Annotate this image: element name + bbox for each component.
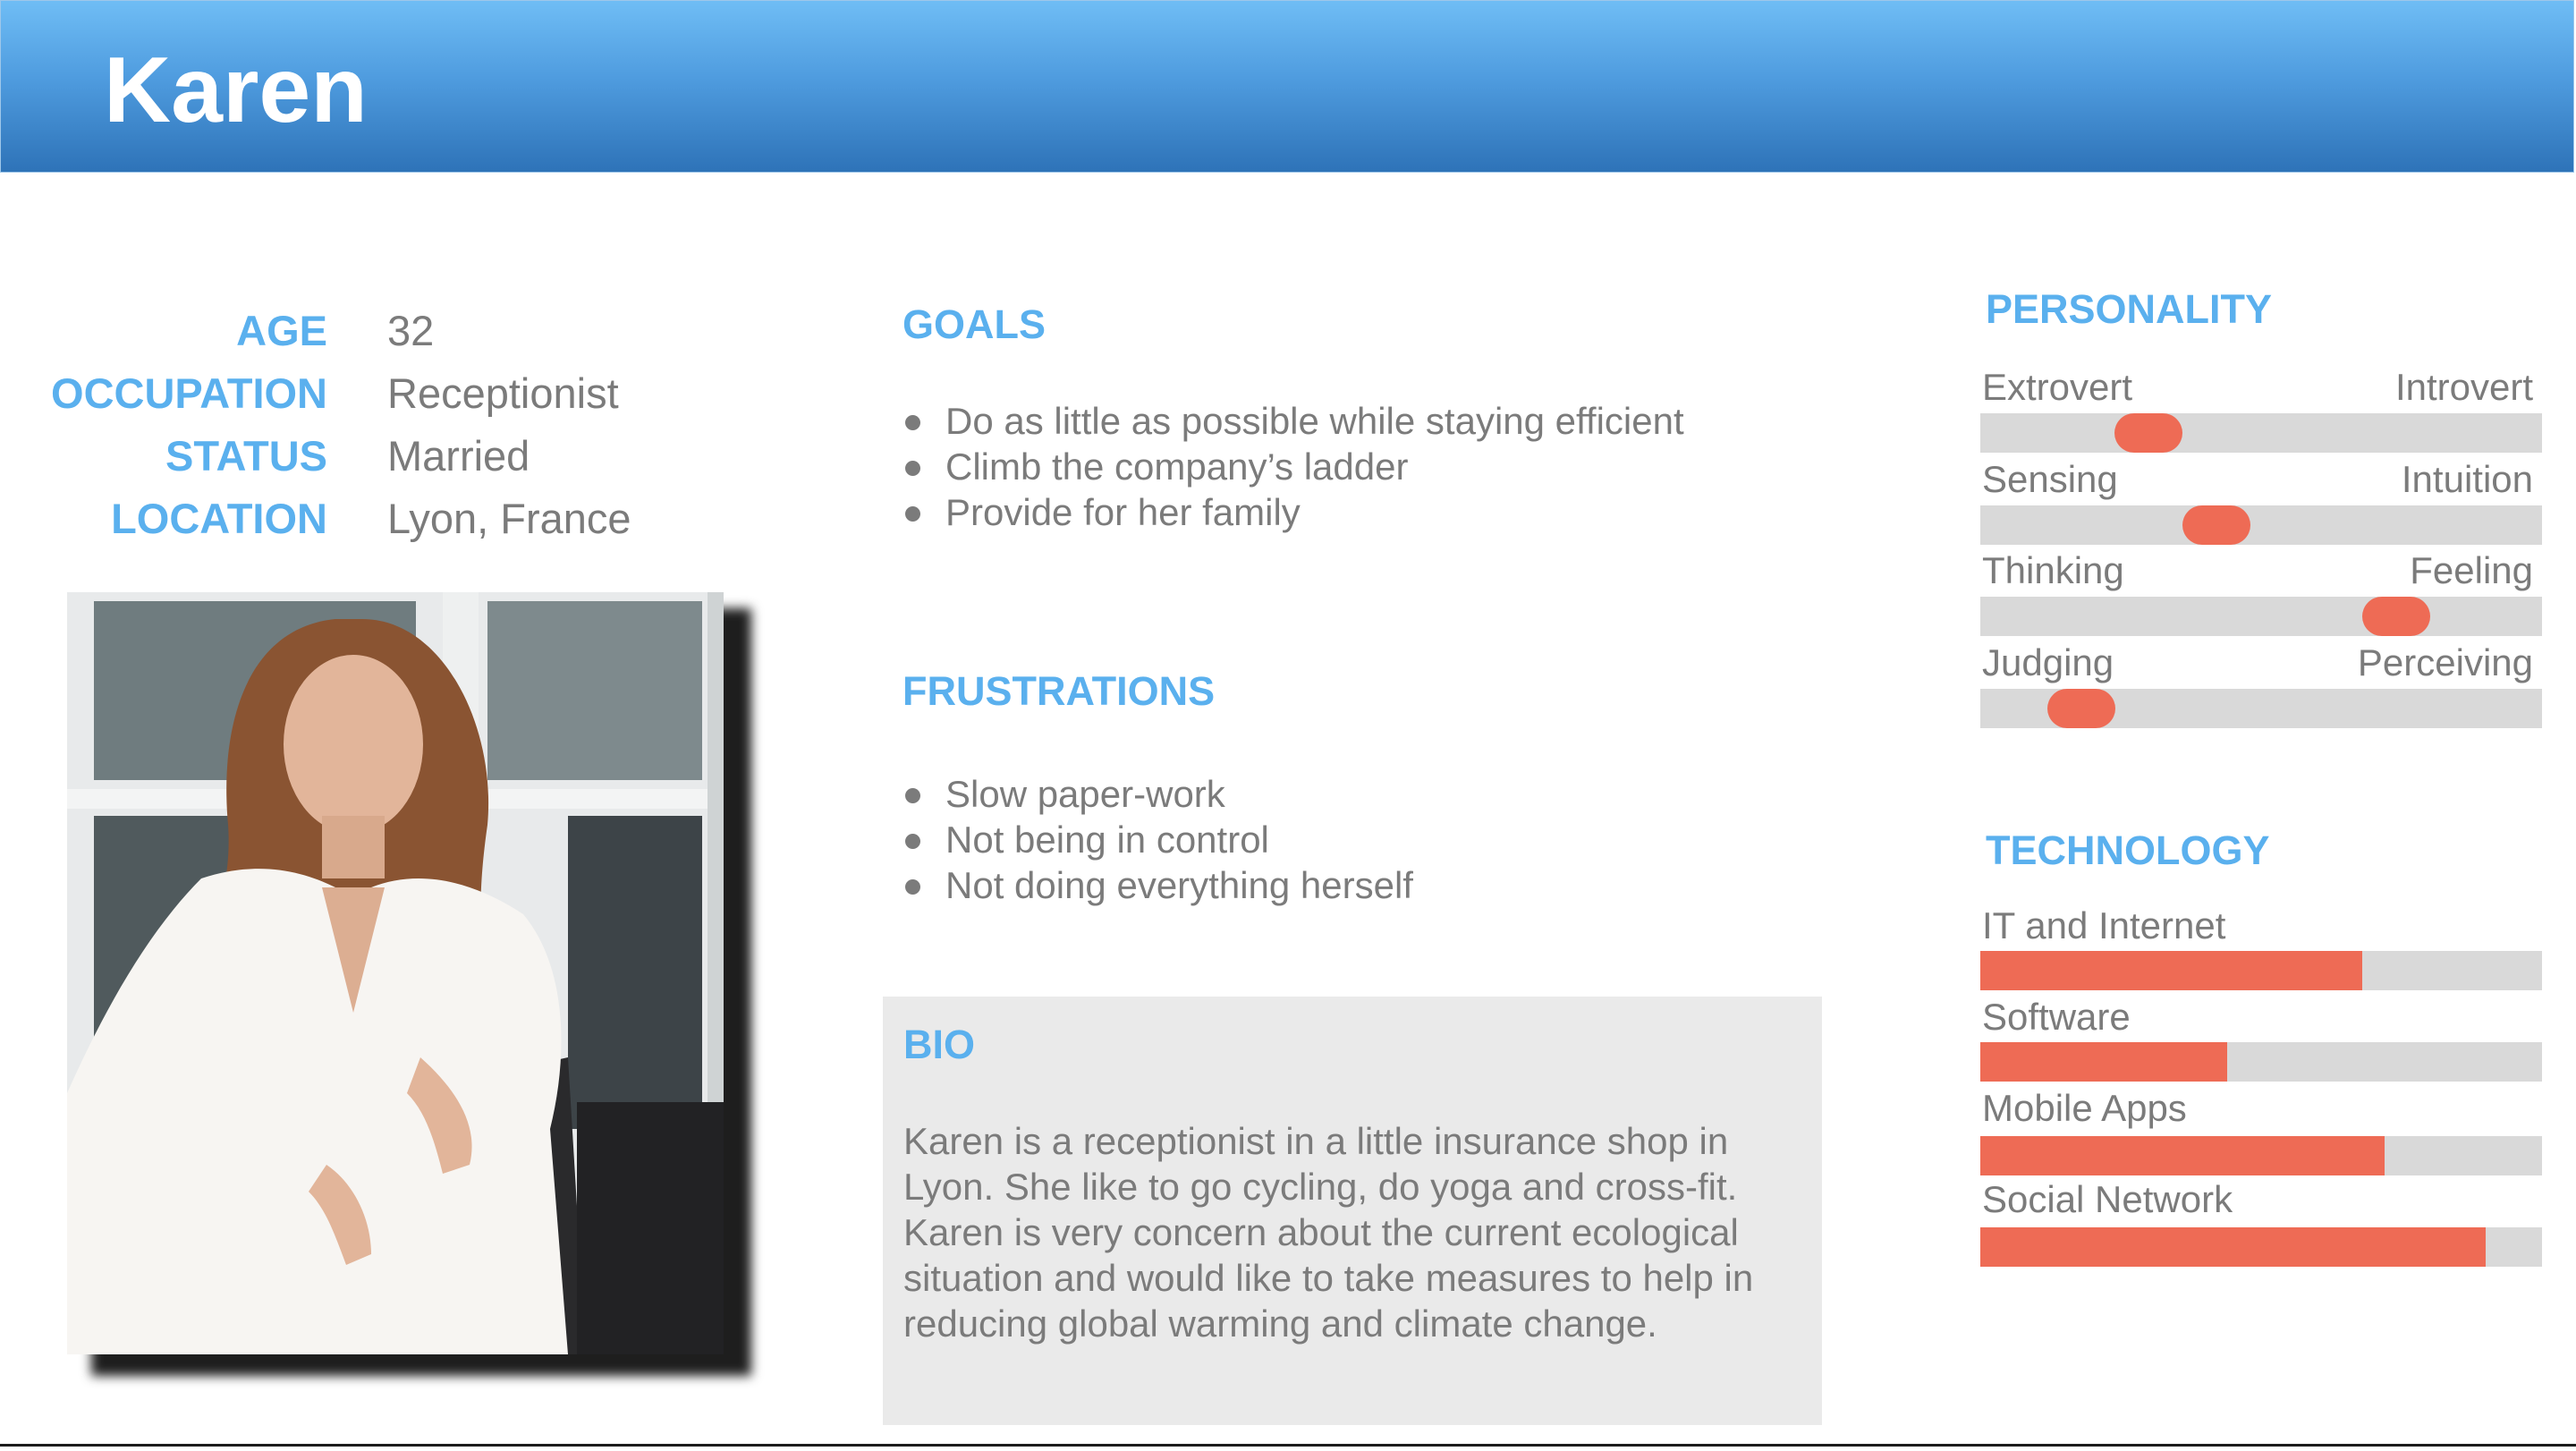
personality-slider-track xyxy=(1980,505,2542,545)
personality-slider-track xyxy=(1980,413,2542,453)
tech-bar-fill xyxy=(1980,1136,2385,1175)
frustration-item: Not doing everything herself xyxy=(902,862,1413,908)
trait-right-label: Introvert xyxy=(2394,366,2533,408)
tech-bar-fill xyxy=(1980,1042,2228,1082)
tech-label: Software xyxy=(1982,996,2131,1038)
goals-list: Do as little as possible while staying e… xyxy=(902,398,1684,535)
personality-slider-track xyxy=(1980,597,2542,636)
frustrations-title: FRUSTRATIONS xyxy=(902,668,1216,714)
tech-bar-track xyxy=(1980,1042,2542,1082)
personality-slider-track xyxy=(1980,689,2542,728)
tech-bar-track xyxy=(1980,1227,2542,1267)
age-value: 32 xyxy=(387,307,435,354)
trait-left-label: Sensing xyxy=(1982,458,2118,500)
bio-title: BIO xyxy=(903,1022,976,1067)
personality-title: PERSONALITY xyxy=(1986,286,2273,332)
tech-label: Social Network xyxy=(1982,1178,2233,1220)
tech-bar-track xyxy=(1980,1136,2542,1175)
personality-slider-knob xyxy=(2047,689,2115,728)
trait-left-label: Thinking xyxy=(1982,549,2124,591)
bio-panel: BIO Karen is a receptionist in a little … xyxy=(883,997,1822,1425)
trait-right-label: Feeling xyxy=(2410,549,2533,591)
occupation-value: Receptionist xyxy=(387,369,619,417)
status-value: Married xyxy=(387,432,530,479)
goal-item: Provide for her family xyxy=(902,489,1684,535)
personality-slider-knob xyxy=(2182,505,2250,545)
technology-title: TECHNOLOGY xyxy=(1986,827,2270,873)
goal-item: Climb the company’s ladder xyxy=(902,444,1684,489)
personality-slider-knob xyxy=(2114,413,2182,453)
frustration-item: Slow paper-work xyxy=(902,771,1413,817)
bio-text: Karen is a receptionist in a little insu… xyxy=(903,1120,1754,1345)
goal-item: Do as little as possible while staying e… xyxy=(902,398,1684,444)
trait-left-label: Judging xyxy=(1982,641,2114,683)
header-banner: Karen xyxy=(0,0,2574,173)
tech-label: IT and Internet xyxy=(1982,904,2226,946)
tech-bar-fill xyxy=(1980,951,2363,990)
goals-title: GOALS xyxy=(902,301,1046,347)
location-value: Lyon, France xyxy=(387,495,631,542)
frustration-item: Not being in control xyxy=(902,817,1413,862)
tech-bar-track xyxy=(1980,951,2542,990)
persona-photo xyxy=(67,592,724,1354)
trait-right-label: Intuition xyxy=(2401,458,2533,500)
bottom-divider xyxy=(0,1444,2576,1447)
occupation-label: OCCUPATION xyxy=(51,369,327,417)
age-label: AGE xyxy=(236,307,327,354)
personality-slider-knob xyxy=(2362,597,2430,636)
persona-name: Karen xyxy=(104,38,368,142)
tech-bar-fill xyxy=(1980,1227,2487,1267)
trait-right-label: Perceiving xyxy=(2357,641,2533,683)
tech-label: Mobile Apps xyxy=(1982,1087,2187,1129)
status-label: STATUS xyxy=(165,432,327,479)
location-label: LOCATION xyxy=(111,495,327,542)
trait-left-label: Extrovert xyxy=(1982,366,2133,408)
frustrations-list: Slow paper-work Not being in control Not… xyxy=(902,771,1413,908)
